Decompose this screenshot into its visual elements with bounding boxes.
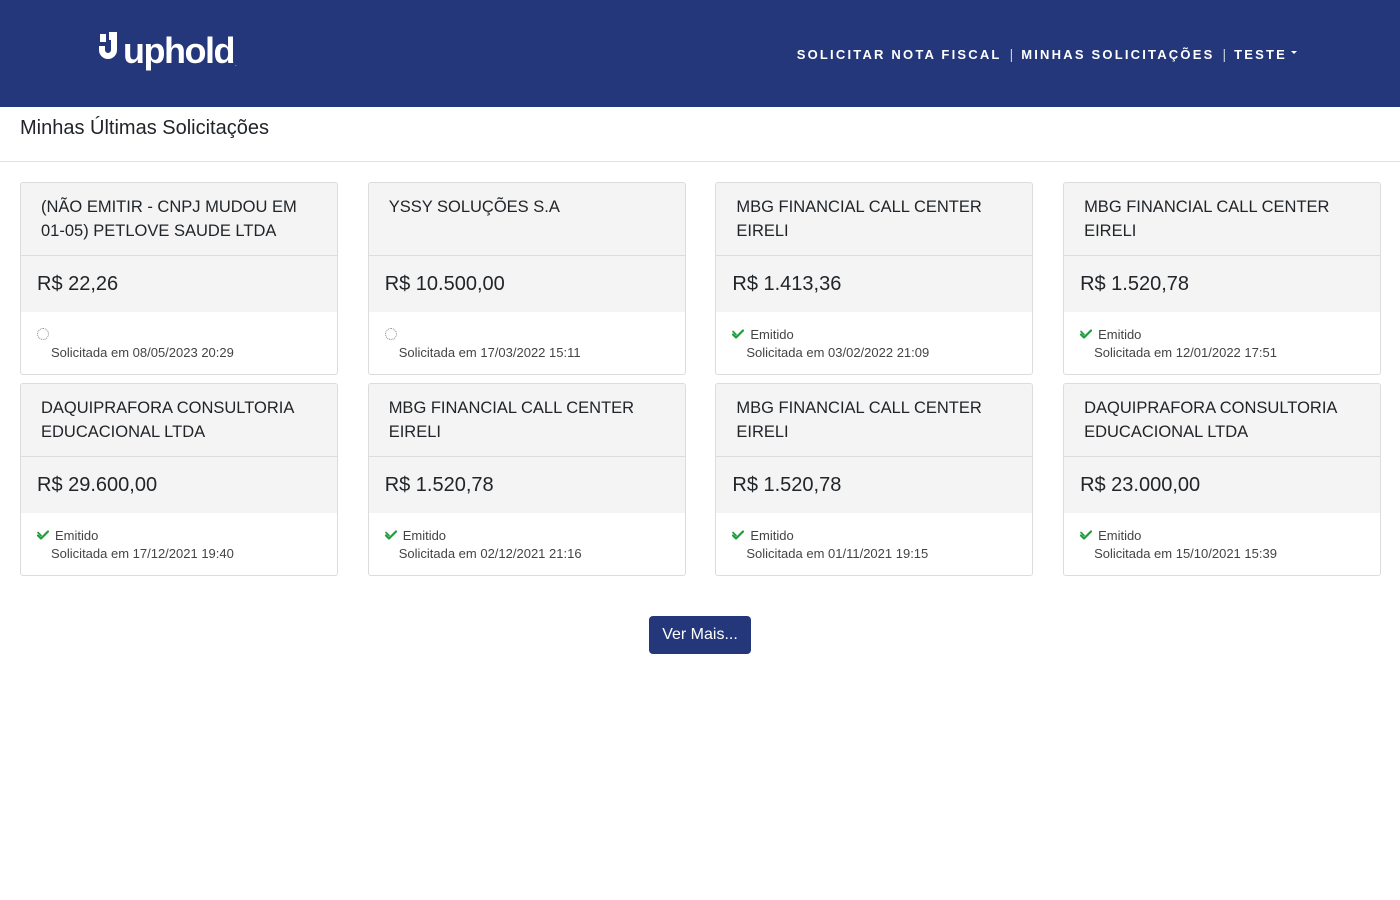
brand-tm: . [234, 62, 237, 68]
request-card[interactable]: MBG FINANCIAL CALL CENTER EIRELI R$ 1.52… [367, 383, 686, 576]
card-footer: Solicitada em 17/03/2022 15:11 [369, 312, 685, 374]
card-request-date: Solicitada em 02/12/2021 21:16 [398, 546, 582, 561]
request-card[interactable]: DAQUIPRAFORA CONSULTORIA EDUCACIONAL LTD… [20, 383, 338, 576]
brand-logo[interactable]: uphold . [99, 28, 237, 78]
card-request-date: Solicitada em 01/11/2021 19:15 [746, 546, 929, 561]
page-title: Minhas Últimas Solicitações [20, 117, 269, 139]
request-card[interactable]: MBG FINANCIAL CALL CENTER EIRELI R$ 1.52… [715, 383, 1034, 576]
card-company-name: MBG FINANCIAL CALL CENTER EIRELI [368, 384, 685, 457]
card-status: Emitido [732, 527, 1016, 543]
card-company-name: MBG FINANCIAL CALL CENTER EIRELI [716, 384, 1033, 457]
uphold-logo-icon [99, 32, 117, 59]
card-footer: Emitido Solicitada em 02/12/2021 21:16 [369, 513, 685, 575]
request-card[interactable]: YSSY SOLUÇÕES S.A R$ 10.500,00 Solicitad… [367, 182, 686, 375]
check-double-icon [1080, 530, 1093, 540]
brand-name: uphold [123, 30, 235, 71]
check-double-icon [732, 530, 745, 540]
card-company-name: DAQUIPRAFORA CONSULTORIA EDUCACIONAL LTD… [21, 384, 337, 457]
divider [0, 161, 1400, 162]
status-text: Emitido [750, 326, 794, 342]
card-company-name: MBG FINANCIAL CALL CENTER EIRELI [716, 183, 1033, 256]
requests-grid: (NÃO EMITIR - CNPJ MUDOU EM 01-05) PETLO… [20, 182, 1382, 576]
check-double-icon [1080, 329, 1093, 339]
caret-down-icon [1291, 50, 1297, 54]
card-company-name: DAQUIPRAFORA CONSULTORIA EDUCACIONAL LTD… [1064, 384, 1381, 457]
card-footer: Emitido Solicitada em 01/11/2021 19:15 [716, 513, 1032, 575]
request-card[interactable]: MBG FINANCIAL CALL CENTER EIRELI R$ 1.41… [715, 182, 1034, 375]
card-status: Emitido [37, 527, 321, 543]
card-status: Emitido [1080, 527, 1364, 543]
card-footer: Emitido Solicitada em 03/02/2022 21:09 [716, 312, 1032, 374]
card-status [384, 326, 669, 342]
request-card[interactable]: DAQUIPRAFORA CONSULTORIA EDUCACIONAL LTD… [1063, 383, 1382, 576]
nav-user-dropdown[interactable]: TESTE [1234, 47, 1297, 62]
card-request-date: Solicitada em 15/10/2021 15:39 [1094, 546, 1277, 561]
status-text: Emitido [402, 527, 447, 543]
card-request-date: Solicitada em 12/01/2022 17:51 [1094, 345, 1277, 360]
card-company-name: MBG FINANCIAL CALL CENTER EIRELI [1064, 183, 1381, 256]
card-request-date: Solicitada em 17/03/2022 15:11 [398, 345, 581, 360]
nav-separator: | [1222, 46, 1227, 62]
nav-solicitar-nota-fiscal[interactable]: SOLICITAR NOTA FISCAL [797, 47, 1002, 62]
main-nav: SOLICITAR NOTA FISCAL | MINHAS SOLICITAÇ… [797, 45, 1297, 63]
status-text: Emitido [750, 527, 794, 543]
card-footer: Emitido Solicitada em 17/12/2021 19:40 [21, 513, 337, 575]
check-double-icon [37, 530, 49, 540]
status-text: Emitido [1098, 527, 1142, 543]
card-value: R$ 1.520,78 [716, 457, 1033, 513]
card-status: Emitido [732, 326, 1016, 342]
card-status: Emitido [1080, 326, 1364, 342]
pending-circle-icon [384, 328, 397, 340]
check-double-icon [384, 530, 397, 540]
top-navbar: uphold . SOLICITAR NOTA FISCAL | MINHAS … [0, 0, 1400, 107]
nav-user-label: TESTE [1234, 46, 1287, 62]
card-value: R$ 1.520,78 [368, 457, 685, 513]
card-company-name: YSSY SOLUÇÕES S.A [368, 183, 685, 256]
nav-separator: | [1009, 46, 1014, 62]
nav-minhas-solicitacoes[interactable]: MINHAS SOLICITAÇÕES [1021, 47, 1214, 62]
request-card[interactable]: (NÃO EMITIR - CNPJ MUDOU EM 01-05) PETLO… [20, 182, 338, 375]
check-double-icon [732, 329, 745, 339]
card-request-date: Solicitada em 17/12/2021 19:40 [51, 546, 234, 561]
card-value: R$ 10.500,00 [368, 256, 685, 312]
ver-mais-button[interactable]: Ver Mais... [649, 616, 751, 654]
card-status: Emitido [384, 527, 669, 543]
card-value: R$ 23.000,00 [1064, 457, 1381, 513]
card-company-name: (NÃO EMITIR - CNPJ MUDOU EM 01-05) PETLO… [21, 183, 337, 256]
request-card[interactable]: MBG FINANCIAL CALL CENTER EIRELI R$ 1.52… [1063, 182, 1382, 375]
card-request-date: Solicitada em 03/02/2022 21:09 [746, 345, 930, 360]
card-status [37, 326, 321, 342]
card-request-date: Solicitada em 08/05/2023 20:29 [51, 345, 234, 360]
card-value: R$ 1.413,36 [716, 256, 1033, 312]
card-value: R$ 29.600,00 [21, 457, 337, 513]
card-value: R$ 22,26 [21, 256, 337, 312]
card-footer: Emitido Solicitada em 12/01/2022 17:51 [1064, 312, 1380, 374]
card-footer: Emitido Solicitada em 15/10/2021 15:39 [1064, 513, 1380, 575]
card-value: R$ 1.520,78 [1064, 256, 1381, 312]
status-text: Emitido [1098, 326, 1142, 342]
card-footer: Solicitada em 08/05/2023 20:29 [21, 312, 337, 374]
status-text: Emitido [55, 527, 99, 543]
pending-circle-icon [37, 328, 49, 340]
